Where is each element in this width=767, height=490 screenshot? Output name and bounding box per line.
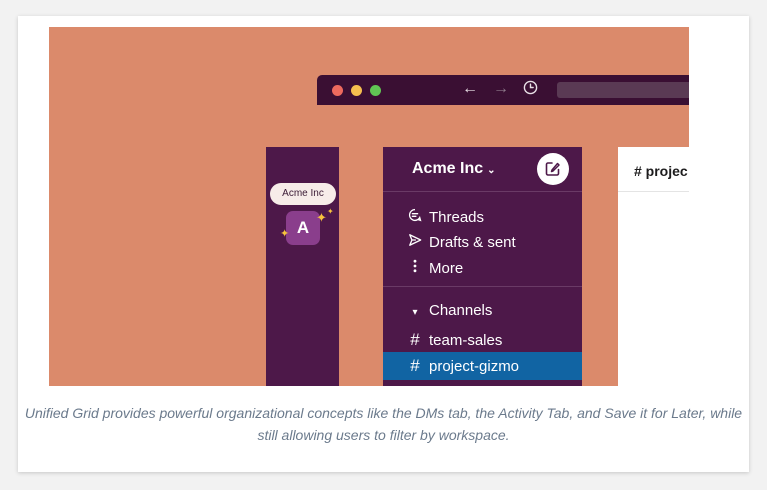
- channel-sidebar: Acme Inc ⌄ Threads Drafts & sent More ▾ …: [383, 147, 582, 386]
- workspace-name: Acme Inc: [412, 160, 484, 177]
- sidebar-item-project-gizmo[interactable]: # project-gizmo: [407, 355, 519, 377]
- sparkle-icon: ✦: [316, 210, 327, 225]
- maximize-window-button[interactable]: [370, 85, 381, 96]
- workspace-avatar[interactable]: A: [286, 211, 320, 245]
- sidebar-item-label: More: [429, 260, 464, 277]
- divider: [383, 191, 582, 192]
- illustration: ← → Acme Inc A ✦ ✦ ✦ Acme Inc ⌄ Threads …: [49, 27, 689, 386]
- channel-label: team-sales: [429, 332, 503, 349]
- sidebar-item-label: Drafts & sent: [429, 234, 516, 251]
- workspace-tooltip: Acme Inc: [270, 183, 336, 205]
- hash-icon: #: [410, 356, 420, 375]
- compose-button[interactable]: [537, 153, 569, 185]
- caret-down-icon: ▾: [412, 307, 418, 318]
- sidebar-item-more[interactable]: More: [407, 257, 463, 279]
- forward-arrow-icon[interactable]: →: [493, 79, 509, 99]
- compose-icon: [545, 162, 560, 176]
- sidebar-item-threads[interactable]: Threads: [407, 206, 484, 228]
- sidebar-item-drafts[interactable]: Drafts & sent: [407, 231, 516, 253]
- send-icon: [407, 231, 423, 253]
- channel-label: project-gizmo: [429, 358, 520, 375]
- channels-header-label: Channels: [429, 302, 493, 319]
- search-bar[interactable]: [557, 82, 689, 98]
- divider: [618, 191, 689, 192]
- sparkle-icon: ✦: [280, 228, 290, 240]
- history-clock-icon[interactable]: [523, 80, 538, 101]
- sidebar-item-team-sales[interactable]: # team-sales: [407, 329, 502, 351]
- close-window-button[interactable]: [332, 85, 343, 96]
- threads-icon: [407, 206, 423, 228]
- clock-icon: [523, 80, 538, 95]
- divider: [383, 286, 582, 287]
- channels-section-header[interactable]: ▾ Channels: [407, 300, 492, 322]
- more-vertical-icon: [407, 257, 423, 279]
- channel-main-panel: # projec: [618, 147, 689, 386]
- sidebar-item-label: Threads: [429, 209, 485, 226]
- sparkle-icon: ✦: [327, 207, 334, 216]
- hash-icon: #: [410, 330, 420, 349]
- image-caption: Unified Grid provides powerful organizat…: [24, 405, 743, 443]
- channel-title: # projec: [634, 163, 688, 179]
- chevron-down-icon: ⌄: [487, 165, 496, 176]
- workspace-switcher[interactable]: Acme Inc ⌄: [412, 160, 496, 178]
- browser-toolbar: ← →: [317, 75, 689, 105]
- minimize-window-button[interactable]: [351, 85, 362, 96]
- back-arrow-icon[interactable]: ←: [462, 79, 478, 99]
